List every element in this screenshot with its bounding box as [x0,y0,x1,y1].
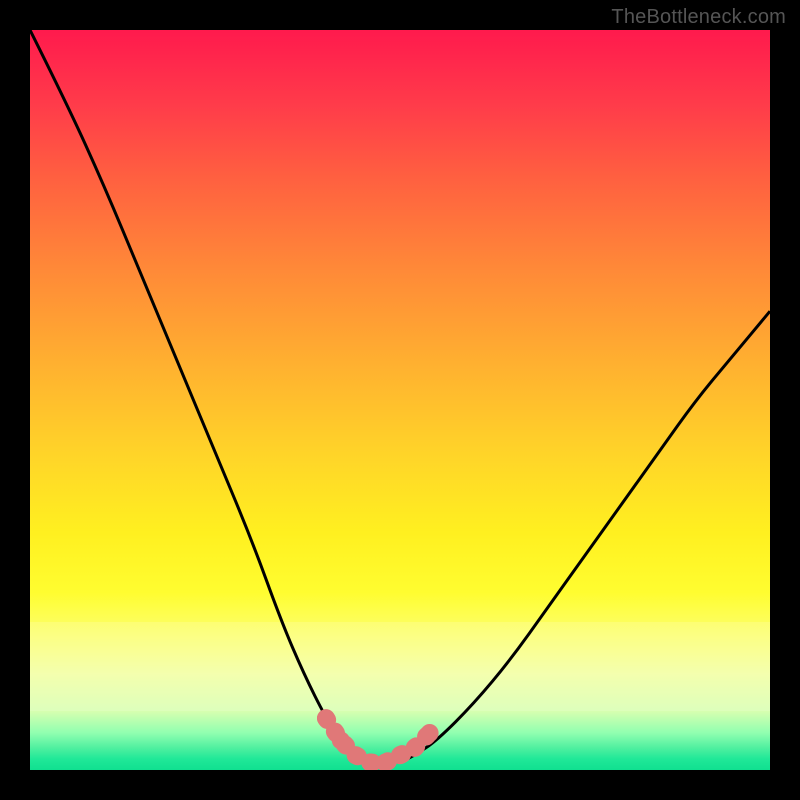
bottleneck-curve [30,30,770,763]
marker-dot [421,724,439,742]
marker-dot [317,709,335,727]
watermark-text: TheBottleneck.com [611,6,786,29]
chart-svg [30,30,770,770]
chart-frame: TheBottleneck.com [0,0,800,800]
marker-dot [332,731,350,749]
plot-area [30,30,770,770]
marker-dot [406,739,424,757]
